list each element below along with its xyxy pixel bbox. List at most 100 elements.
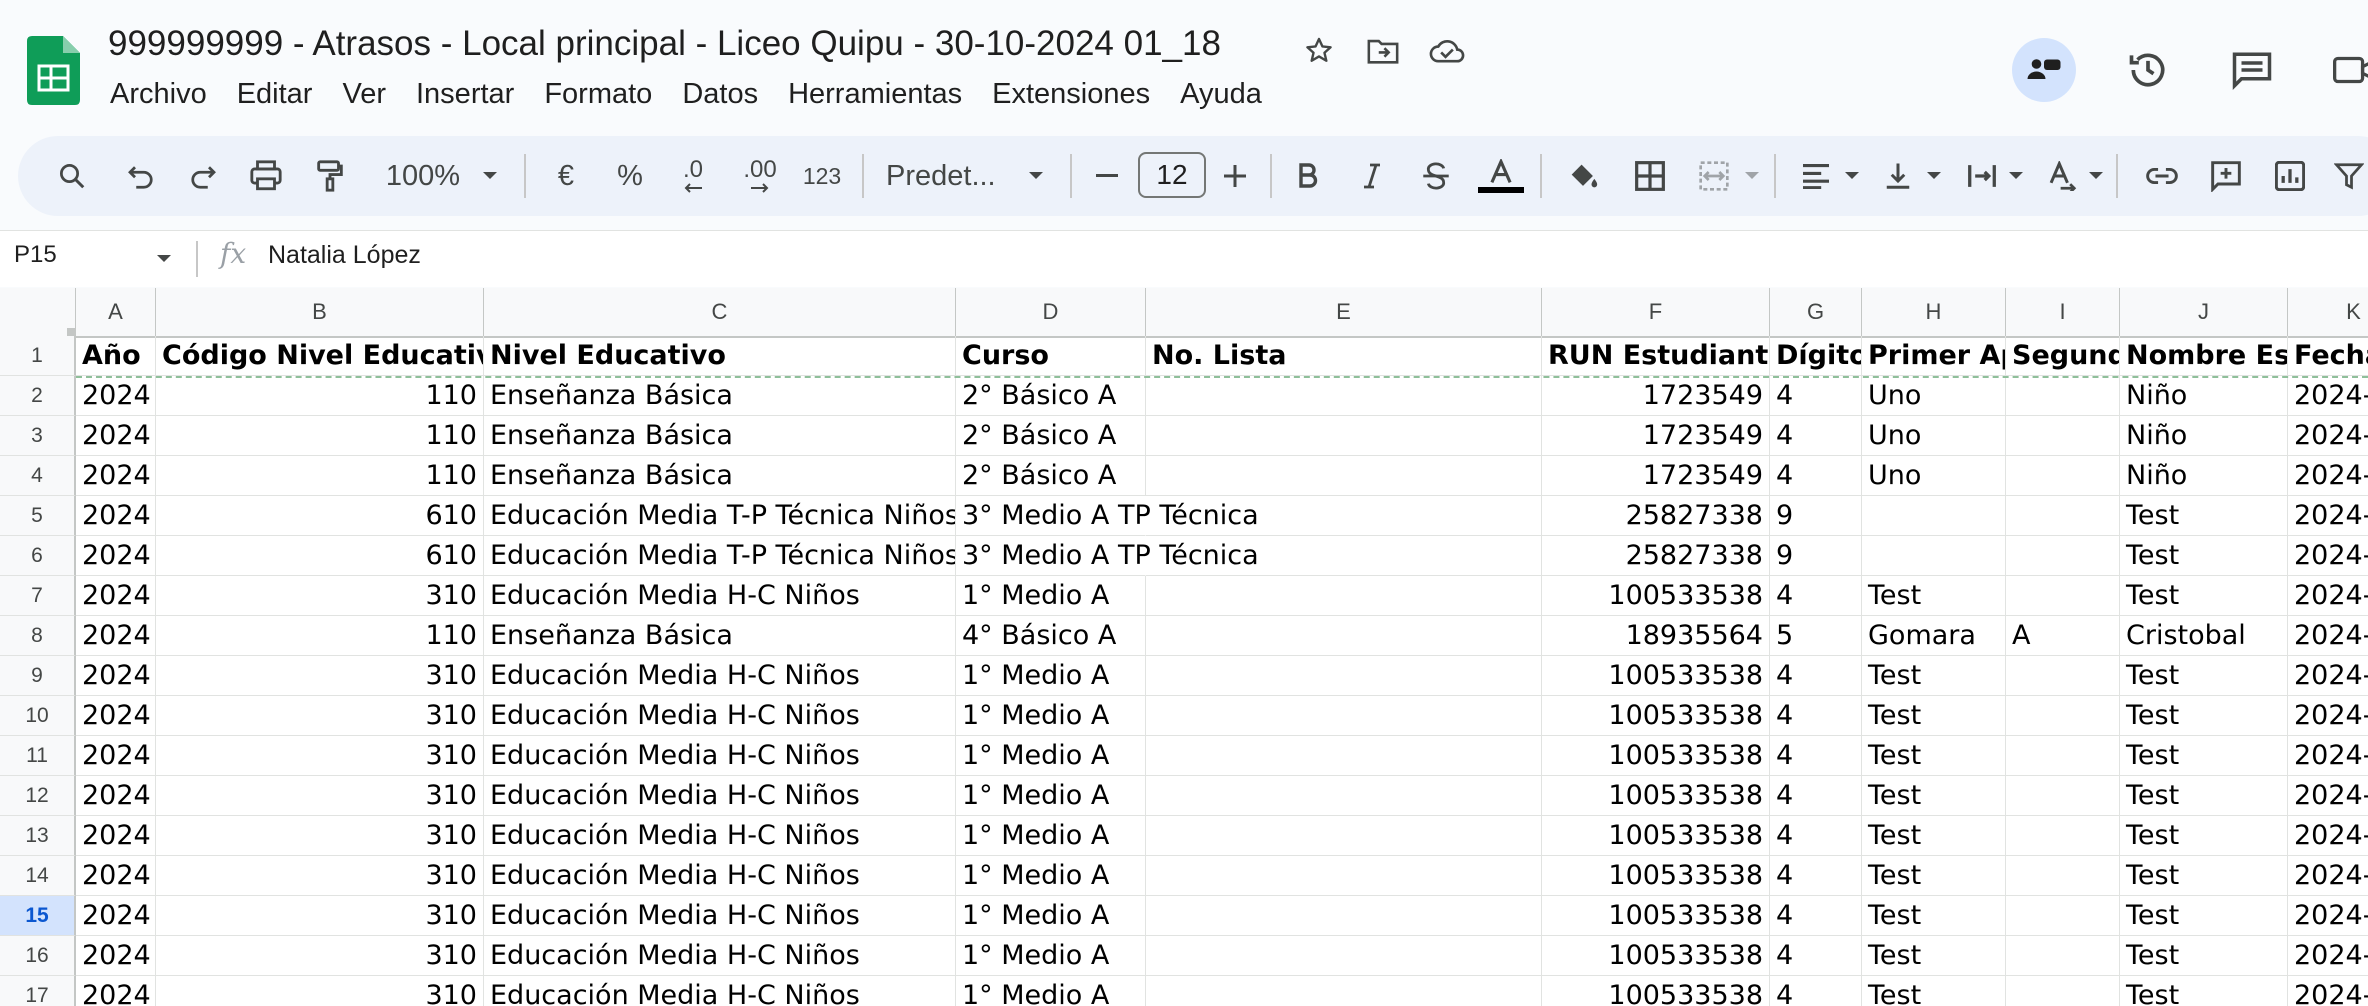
text-color-icon[interactable] (1478, 136, 1524, 216)
cell[interactable]: Enseñanza Básica (484, 456, 956, 496)
increase-font-size-icon[interactable] (1220, 136, 1250, 216)
cell[interactable]: 1° Medio A (956, 936, 1146, 976)
header-cell[interactable]: No. Lista (1146, 336, 1542, 376)
cell[interactable] (2006, 696, 2120, 736)
header-cell[interactable]: Nombre Est (2120, 336, 2288, 376)
cell[interactable]: 1° Medio A (956, 696, 1146, 736)
cell[interactable]: Test (2120, 696, 2288, 736)
document-title[interactable]: 999999999 - Atrasos - Local principal - … (108, 24, 1221, 64)
cell[interactable]: Test (2120, 896, 2288, 936)
cell[interactable]: Gomara (1862, 616, 2006, 656)
cell[interactable]: Test (1862, 816, 2006, 856)
column-header-g[interactable]: G (1770, 288, 1862, 336)
row-header[interactable]: 10 (0, 696, 76, 736)
cell[interactable]: 310 (156, 896, 484, 936)
redo-icon[interactable] (184, 136, 224, 216)
column-header-b[interactable]: B (156, 288, 484, 336)
cell[interactable] (1146, 656, 1542, 696)
cell[interactable]: Educación Media T-P Técnica Niños (484, 536, 956, 576)
font-select[interactable]: Predet... (886, 136, 1016, 216)
cell[interactable]: 4 (1770, 896, 1862, 936)
cell[interactable]: 4 (1770, 656, 1862, 696)
cell[interactable] (2006, 936, 2120, 976)
cell[interactable]: 1° Medio A (956, 816, 1146, 856)
cell[interactable] (2006, 976, 2120, 1006)
cell[interactable]: Enseñanza Básica (484, 416, 956, 456)
filter-icon[interactable] (2334, 136, 2368, 216)
cell[interactable]: 2024 (76, 936, 156, 976)
borders-icon[interactable] (1630, 136, 1670, 216)
row-header[interactable]: 8 (0, 616, 76, 656)
cell[interactable]: 1° Medio A (956, 736, 1146, 776)
comments-icon[interactable] (2220, 38, 2284, 102)
cell[interactable] (1146, 376, 1542, 416)
cell[interactable]: 310 (156, 736, 484, 776)
move-folder-icon[interactable] (1364, 32, 1402, 70)
cell[interactable]: Test (1862, 656, 2006, 696)
menu-editar[interactable]: Editar (237, 78, 313, 111)
cell[interactable]: 100533538 (1542, 576, 1770, 616)
cell[interactable]: 2024- (2288, 896, 2368, 936)
cell[interactable] (1146, 416, 1542, 456)
decrease-font-size-icon[interactable] (1092, 136, 1122, 216)
cell[interactable]: Educación Media H-C Niños (484, 776, 956, 816)
cell[interactable]: 2024- (2288, 576, 2368, 616)
cell[interactable]: 2024 (76, 416, 156, 456)
cell[interactable]: 4 (1770, 736, 1862, 776)
header-cell[interactable]: Curso (956, 336, 1146, 376)
cell[interactable] (2006, 376, 2120, 416)
merge-cells-icon[interactable] (1694, 136, 1734, 216)
cell[interactable]: Test (2120, 576, 2288, 616)
cell[interactable]: 100533538 (1542, 856, 1770, 896)
menu-ayuda[interactable]: Ayuda (1180, 78, 1262, 111)
cell[interactable] (2006, 896, 2120, 936)
row-header[interactable]: 11 (0, 736, 76, 776)
cell[interactable]: 4 (1770, 976, 1862, 1006)
column-header-c[interactable]: C (484, 288, 956, 336)
cell[interactable] (1862, 536, 2006, 576)
cell[interactable] (2006, 736, 2120, 776)
menu-archivo[interactable]: Archivo (110, 78, 207, 111)
cell[interactable]: 100533538 (1542, 656, 1770, 696)
cell[interactable]: Cristobal (2120, 616, 2288, 656)
italic-icon[interactable] (1354, 136, 1390, 216)
row-header[interactable]: 17 (0, 976, 76, 1006)
cell[interactable]: 9 (1770, 496, 1862, 536)
wrap-dropdown-icon[interactable] (2004, 136, 2028, 216)
cell[interactable]: 310 (156, 576, 484, 616)
cell[interactable]: Test (1862, 576, 2006, 616)
cell[interactable]: 2024- (2288, 976, 2368, 1006)
column-header-i[interactable]: I (2006, 288, 2120, 336)
spreadsheet-grid[interactable]: ABCDEFGHIJK 1 Año Código Nivel Educativo Ni… (0, 288, 2368, 1006)
cell[interactable]: Test (1862, 776, 2006, 816)
cell[interactable]: 1° Medio A (956, 976, 1146, 1006)
rotation-dropdown-icon[interactable] (2084, 136, 2108, 216)
cell[interactable]: Niño (2120, 456, 2288, 496)
menu-formato[interactable]: Formato (544, 78, 652, 111)
cloud-saved-icon[interactable] (1428, 32, 1466, 70)
row-header[interactable]: 13 (0, 816, 76, 856)
row-header[interactable]: 4 (0, 456, 76, 496)
cell[interactable]: 610 (156, 496, 484, 536)
valign-dropdown-icon[interactable] (1922, 136, 1946, 216)
cell[interactable]: 4 (1770, 816, 1862, 856)
cell[interactable]: 100533538 (1542, 696, 1770, 736)
cell[interactable]: Test (2120, 656, 2288, 696)
cell[interactable] (2006, 416, 2120, 456)
insert-chart-icon[interactable] (2270, 136, 2310, 216)
cell[interactable]: Test (1862, 696, 2006, 736)
cell[interactable]: 2024 (76, 816, 156, 856)
cell[interactable]: 3° Medio A TP Técnica (956, 536, 1259, 576)
cell[interactable]: Test (2120, 976, 2288, 1006)
cell[interactable]: 4 (1770, 776, 1862, 816)
vertical-align-icon[interactable] (1878, 136, 1918, 216)
cell[interactable]: 25827338 (1542, 536, 1770, 576)
cell[interactable]: 2024 (76, 496, 156, 536)
cell[interactable] (1146, 976, 1542, 1006)
cell[interactable]: 2024 (76, 856, 156, 896)
cell[interactable]: 2024 (76, 536, 156, 576)
cell[interactable]: Test (2120, 736, 2288, 776)
menu-extensiones[interactable]: Extensiones (992, 78, 1150, 111)
text-rotation-icon[interactable] (2042, 136, 2082, 216)
cell[interactable]: 110 (156, 616, 484, 656)
